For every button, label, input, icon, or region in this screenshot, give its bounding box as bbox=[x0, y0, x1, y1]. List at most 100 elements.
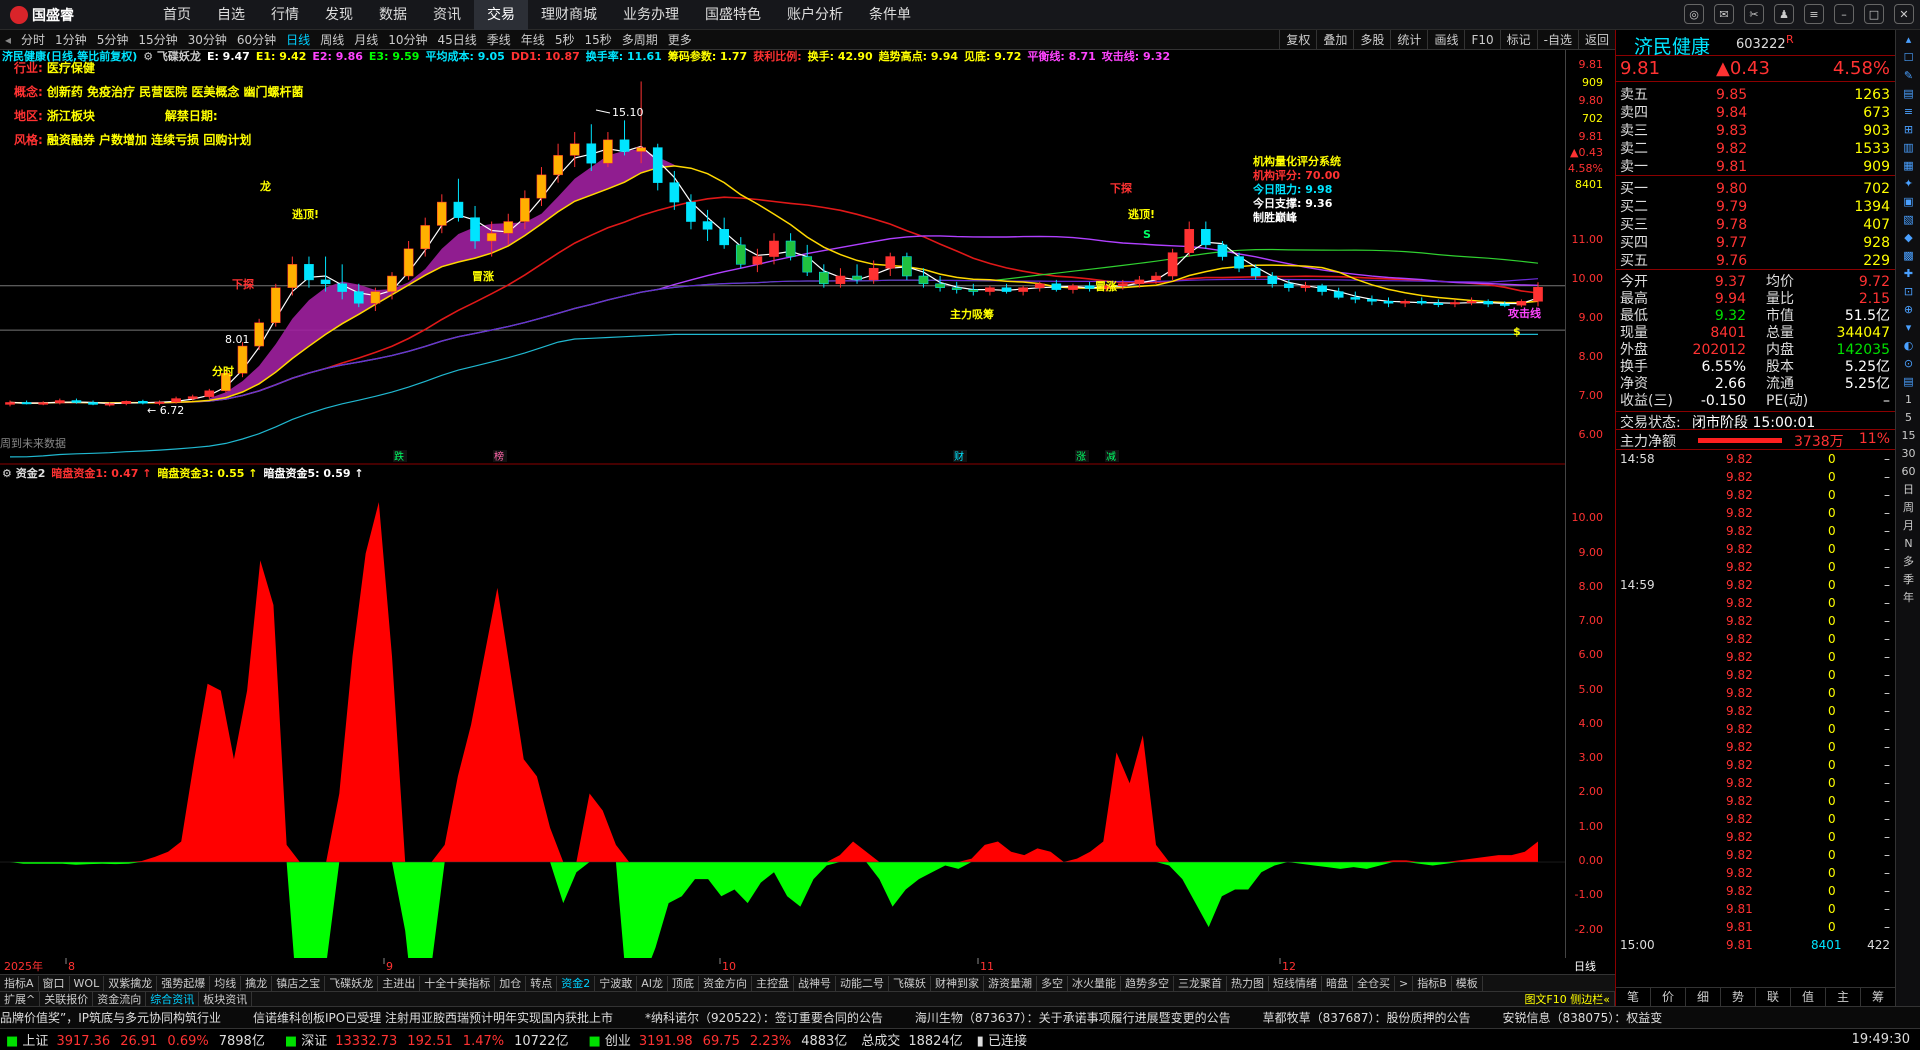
indicator-tab[interactable]: 飞碟妖龙 bbox=[325, 975, 379, 991]
candle[interactable] bbox=[1201, 221, 1211, 249]
chart-tool-button[interactable]: 标记 bbox=[1499, 30, 1537, 50]
candle[interactable] bbox=[237, 342, 248, 378]
indicator-tab[interactable]: 十全十美指标 bbox=[420, 975, 496, 991]
period-tab[interactable]: 30分钟 bbox=[183, 30, 232, 50]
menu-item[interactable]: 理财商城 bbox=[528, 0, 610, 30]
candle[interactable] bbox=[586, 124, 597, 171]
ticker-item[interactable]: 信诺维科创板IPO已受理 注射用亚胺西瑞预计明年实现国内获批上市 bbox=[253, 1007, 613, 1028]
indicator-tab[interactable]: 暗盘 bbox=[1322, 975, 1353, 991]
candle[interactable] bbox=[1516, 299, 1527, 308]
indicator-tab[interactable]: 战神号 bbox=[794, 975, 836, 991]
candle[interactable] bbox=[254, 318, 264, 350]
nav-period-minutes[interactable]: 60 bbox=[1896, 462, 1920, 480]
candle[interactable] bbox=[437, 194, 447, 234]
period-tab[interactable]: 周线 bbox=[315, 30, 349, 50]
indicator-tab[interactable]: > bbox=[1395, 975, 1414, 991]
sidebar-tool-icon[interactable]: ▾ bbox=[1896, 318, 1920, 336]
indicator-tab[interactable]: 均线 bbox=[210, 975, 242, 991]
candle[interactable] bbox=[453, 178, 464, 222]
indicator-tab[interactable]: 窗口 bbox=[39, 975, 70, 991]
indicator-tab[interactable]: 镇店之宝 bbox=[272, 975, 326, 991]
candle[interactable] bbox=[1483, 299, 1493, 308]
nav-period[interactable]: 季 bbox=[1896, 570, 1920, 588]
period-tab[interactable]: 5秒 bbox=[550, 30, 580, 50]
ticker-item[interactable]: 安锐信息（838075）：权益变 bbox=[1502, 1007, 1662, 1028]
indicator-tab[interactable]: 资金方向 bbox=[699, 975, 752, 991]
candle[interactable] bbox=[951, 281, 962, 294]
sidebar-tool-icon[interactable]: ▥ bbox=[1896, 138, 1920, 156]
period-tab[interactable]: 5分钟 bbox=[92, 30, 134, 50]
sidebar-tool-icon[interactable]: ◐ bbox=[1896, 336, 1920, 354]
sidebar-tool-icon[interactable]: ▤ bbox=[1896, 84, 1920, 102]
sidebar-tool-icon[interactable]: ⊡ bbox=[1896, 282, 1920, 300]
indicator-tab[interactable]: 趋势多空 bbox=[1121, 975, 1174, 991]
indicator-tab[interactable]: 顶底 bbox=[668, 975, 699, 991]
f10-sidebar-toggle[interactable]: 图文F10 侧边栏« bbox=[1520, 992, 1615, 1006]
menu-item[interactable]: 自选 bbox=[204, 0, 258, 30]
sidebar-tool-icon[interactable]: ⊕ bbox=[1896, 300, 1920, 318]
candle[interactable] bbox=[1333, 287, 1344, 300]
candle[interactable] bbox=[1450, 299, 1460, 308]
chart-tool-button[interactable]: -自选 bbox=[1536, 30, 1578, 50]
candle[interactable] bbox=[1383, 297, 1394, 308]
candle[interactable] bbox=[121, 400, 132, 406]
quote-tab[interactable]: 筹 bbox=[1861, 988, 1896, 1006]
chart-tool-button[interactable]: 叠加 bbox=[1316, 30, 1353, 50]
menu-item[interactable]: 数据 bbox=[366, 0, 420, 30]
candle[interactable] bbox=[652, 143, 663, 191]
sidebar-tool-icon[interactable]: ▩ bbox=[1896, 246, 1920, 264]
sidebar-tool-icon[interactable]: ≡ bbox=[1896, 102, 1920, 120]
nav-period[interactable]: 多 bbox=[1896, 552, 1920, 570]
info-tab[interactable]: 扩展^ bbox=[0, 992, 41, 1006]
nav-period[interactable]: 年 bbox=[1896, 588, 1920, 606]
indicator-tab[interactable]: 双紫擒龙 bbox=[104, 975, 158, 991]
collapse-icon[interactable]: ◂ bbox=[0, 30, 16, 50]
order-book-row[interactable]: 卖四 9.84 673 bbox=[1616, 104, 1896, 122]
kline-chart[interactable]: 行业: 医疗保健概念: 创新药 免疫治疗 民营医院 医美概念 幽门螺杆菌地区: 浙江板… bbox=[0, 50, 1565, 465]
indicator-tab[interactable]: 转点 bbox=[526, 975, 558, 991]
indicator-chart[interactable]: ⚙ 资金2 暗盘资金1: 0.47 ↑ 暗盘资金3: 0.55 ↑ 暗盘资金5: 0.… bbox=[0, 465, 1565, 975]
indicator-tab[interactable]: 指标A bbox=[0, 975, 39, 991]
sidebar-tool-icon[interactable]: ✎ bbox=[1896, 66, 1920, 84]
period-tab[interactable]: 1分钟 bbox=[50, 30, 92, 50]
indicator-tab[interactable]: 短线情绪 bbox=[1269, 975, 1322, 991]
candle[interactable] bbox=[752, 248, 763, 273]
candle[interactable] bbox=[935, 276, 945, 292]
candle[interactable] bbox=[636, 81, 646, 164]
chart-tool-button[interactable]: 多股 bbox=[1353, 30, 1390, 50]
indicator-tab[interactable]: 动能二号 bbox=[836, 975, 889, 991]
sidebar-tool-icon[interactable]: ◆ bbox=[1896, 228, 1920, 246]
order-book-row[interactable]: 卖三 9.83 903 bbox=[1616, 122, 1896, 140]
order-book-row[interactable]: 买五 9.76 229 bbox=[1616, 252, 1896, 270]
sidebar-tool-icon[interactable]: ⊞ bbox=[1896, 120, 1920, 138]
candle[interactable] bbox=[1350, 291, 1361, 304]
indicator-tab[interactable]: 加仓 bbox=[495, 975, 527, 991]
indicator-tab[interactable]: 游资量潮 bbox=[984, 975, 1037, 991]
quote-tab[interactable]: 价 bbox=[1651, 988, 1686, 1006]
ticker-item[interactable]: 品牌价值奖”，IP筑底与多元协同构筑行业 bbox=[0, 1007, 221, 1028]
sidebar-tool-icon[interactable]: ✚ bbox=[1896, 264, 1920, 282]
candle[interactable] bbox=[320, 256, 331, 292]
candle[interactable] bbox=[603, 132, 613, 168]
order-book-row[interactable]: 买一 9.80 702 bbox=[1616, 180, 1896, 198]
menu-icon[interactable]: ≡ bbox=[1804, 4, 1824, 24]
sidebar-tool-icon[interactable]: ▦ bbox=[1896, 156, 1920, 174]
chart-tool-button[interactable]: 复权 bbox=[1279, 30, 1316, 50]
indicator-tab[interactable]: 资金2 bbox=[557, 975, 596, 991]
index-summary[interactable]: ■ 创业 3191.98 69.75 2.23% 4883亿 bbox=[588, 1030, 847, 1049]
nav-period[interactable]: 日 bbox=[1896, 480, 1920, 498]
sidebar-tool-icon[interactable]: ▤ bbox=[1896, 372, 1920, 390]
indicator-tab[interactable]: 全仓买 bbox=[1353, 975, 1395, 991]
mail-icon[interactable]: ✉ bbox=[1714, 4, 1734, 24]
period-tab[interactable]: 分时 bbox=[16, 30, 50, 50]
candle[interactable] bbox=[1317, 283, 1327, 296]
info-tab[interactable]: 板块资讯 bbox=[199, 992, 253, 1006]
order-book-row[interactable]: 卖一 9.81 909 bbox=[1616, 158, 1896, 176]
chat-icon[interactable]: ◎ bbox=[1684, 4, 1704, 24]
chart-tool-button[interactable]: 返回 bbox=[1577, 30, 1615, 50]
candle[interactable] bbox=[88, 400, 98, 406]
nav-period[interactable]: 月 bbox=[1896, 516, 1920, 534]
quote-tab[interactable]: 联 bbox=[1756, 988, 1791, 1006]
quote-tab[interactable]: 主 bbox=[1826, 988, 1861, 1006]
period-tab[interactable]: 季线 bbox=[482, 30, 516, 50]
